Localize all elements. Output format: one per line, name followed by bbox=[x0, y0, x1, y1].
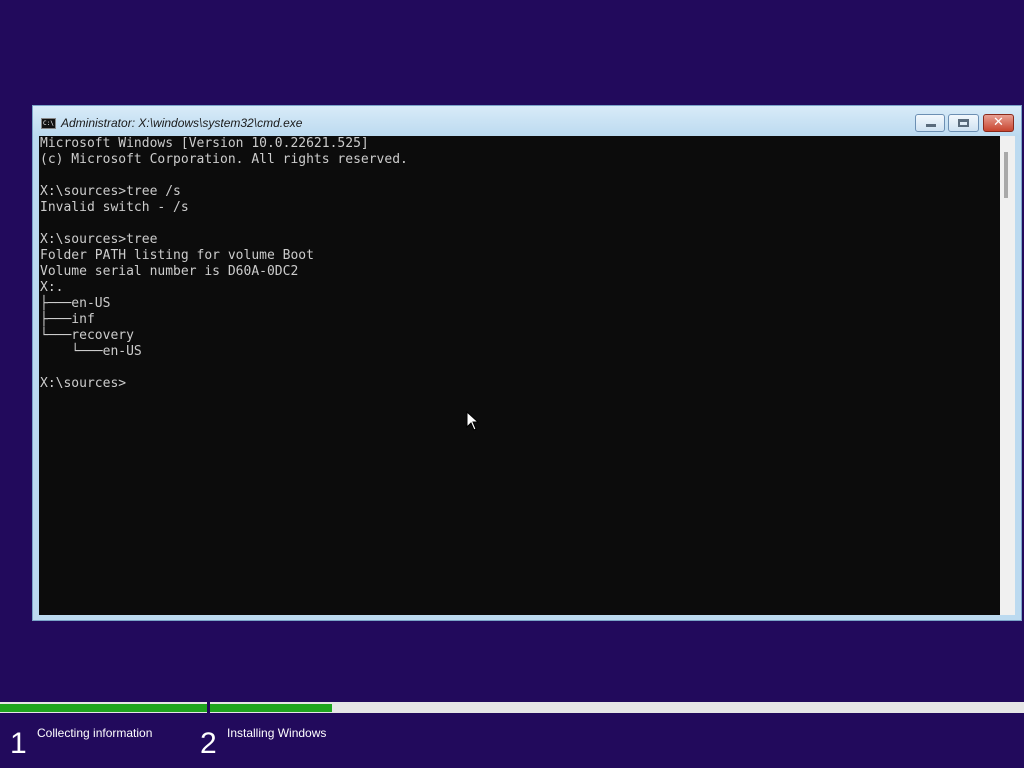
minimize-icon bbox=[926, 124, 936, 127]
setup-progress-bar bbox=[0, 702, 1024, 713]
console-line: X:\sources>tree /s bbox=[40, 184, 181, 199]
progress-segment-collecting-information bbox=[0, 704, 207, 712]
scrollbar-thumb[interactable] bbox=[1004, 152, 1008, 198]
console-line: Invalid switch - /s bbox=[40, 200, 189, 215]
close-button[interactable]: ✕ bbox=[983, 114, 1014, 132]
console-line: X:\sources> bbox=[40, 376, 127, 391]
window-title: Administrator: X:\windows\system32\cmd.e… bbox=[61, 116, 303, 130]
step-number: 2 bbox=[200, 727, 217, 760]
console-output[interactable]: Microsoft Windows [Version 10.0.22621.52… bbox=[39, 136, 1000, 615]
maximize-button[interactable] bbox=[948, 114, 979, 132]
console-line: Volume serial number is D60A-0DC2 bbox=[40, 264, 299, 279]
console-line: ├───en-US bbox=[40, 296, 111, 311]
console-line: Microsoft Windows [Version 10.0.22621.52… bbox=[40, 136, 369, 151]
step-label: Collecting information bbox=[37, 726, 153, 740]
progress-segment-installing-windows bbox=[210, 704, 332, 712]
console-line: (c) Microsoft Corporation. All rights re… bbox=[40, 152, 408, 167]
close-icon: ✕ bbox=[993, 115, 1004, 130]
console-line: X:\sources>tree bbox=[40, 232, 158, 247]
vertical-scrollbar[interactable] bbox=[1000, 136, 1015, 615]
console-line: └───en-US bbox=[40, 344, 142, 359]
cmd-app-icon: C:\ bbox=[41, 118, 56, 129]
step-label: Installing Windows bbox=[227, 726, 327, 740]
step-number: 1 bbox=[10, 727, 27, 760]
console-text: Microsoft Windows [Version 10.0.22621.52… bbox=[39, 136, 1000, 392]
title-bar[interactable]: C:\ Administrator: X:\windows\system32\c… bbox=[33, 106, 1021, 136]
maximize-icon bbox=[958, 119, 969, 127]
cmd-window[interactable]: C:\ Administrator: X:\windows\system32\c… bbox=[32, 105, 1022, 621]
console-line: X:. bbox=[40, 280, 64, 295]
minimize-button[interactable] bbox=[915, 114, 945, 132]
console-line: ├───inf bbox=[40, 312, 95, 327]
console-line: Folder PATH listing for volume Boot bbox=[40, 248, 314, 263]
console-line: └───recovery bbox=[40, 328, 134, 343]
mouse-pointer-icon bbox=[466, 411, 480, 431]
